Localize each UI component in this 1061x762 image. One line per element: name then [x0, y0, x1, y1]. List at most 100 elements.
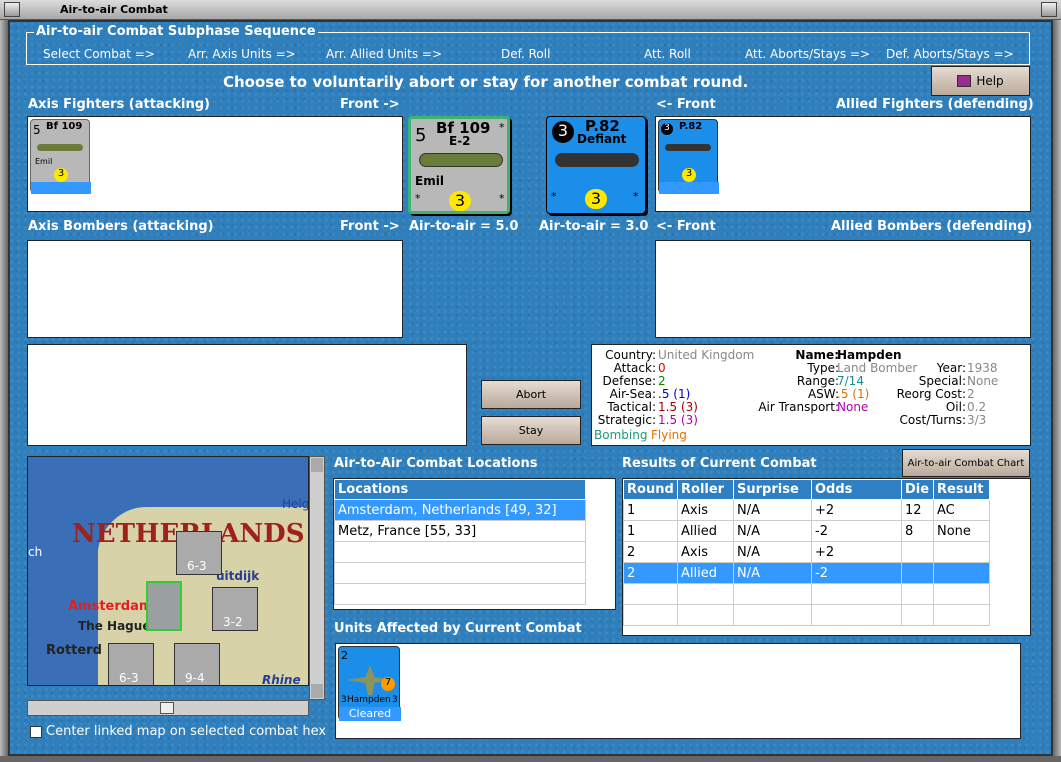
table-row[interactable]: [623, 604, 990, 626]
counter-name: Hampden: [347, 695, 391, 705]
location-row[interactable]: [334, 541, 586, 563]
center-map-checkbox[interactable]: [30, 726, 42, 738]
map-city-label: ch: [28, 545, 43, 559]
sequence-step: Arr. Axis Units =>: [188, 47, 296, 61]
stay-button[interactable]: Stay: [481, 416, 581, 445]
allied-bombers-box[interactable]: [655, 240, 1031, 338]
map-air-counter[interactable]: [146, 581, 182, 631]
table-cell: 12: [901, 499, 934, 521]
location-row[interactable]: Metz, France [55, 33]: [334, 520, 586, 542]
stat-value: 1938: [967, 361, 998, 375]
counter-name: P.82: [679, 121, 703, 132]
stat-value: 1.5 (3): [658, 413, 698, 427]
stat-key: Strategic:: [597, 413, 656, 427]
results-title: Results of Current Combat: [622, 456, 817, 471]
selection-bar: [31, 182, 91, 194]
results-header: Result: [933, 479, 990, 500]
map-unit-counter[interactable]: 9-4: [174, 643, 220, 685]
stat-key: Special:: [918, 374, 966, 388]
counter-nick: Emil: [35, 157, 53, 166]
map-vertical-scrollbar[interactable]: [309, 456, 325, 700]
counter-strength: 5: [33, 123, 41, 137]
stat-value: None: [837, 400, 869, 414]
map-city-label: Rotterd: [46, 643, 102, 658]
affected-units-box[interactable]: 2 7 3 Hampden 3 Cleared: [335, 643, 1021, 739]
help-button[interactable]: Help: [931, 66, 1030, 96]
table-row[interactable]: 2 Axis N/A +2: [623, 541, 990, 563]
star-marker: *: [499, 192, 505, 205]
table-cell: [933, 541, 990, 563]
affected-unit-counter[interactable]: 2 7 3 Hampden 3 Cleared: [338, 646, 401, 721]
map-unit-counter[interactable]: 6-3: [108, 643, 154, 685]
counter-strength: 5: [415, 125, 427, 146]
abort-button[interactable]: Abort: [481, 380, 581, 409]
counter-name: Bf 109: [46, 121, 83, 132]
location-cell: Metz, France [55, 33]: [334, 520, 586, 542]
results-header: Die: [901, 479, 934, 500]
front-label: <- Front: [656, 219, 716, 234]
bombing-status: Bombing: [594, 428, 648, 442]
allied-front-counter[interactable]: 3 P.82 Defiant 3 * *: [546, 116, 646, 214]
table-cell: Allied: [677, 562, 734, 584]
counter-nick: Emil: [415, 174, 444, 188]
counter-subname: E-2: [449, 134, 471, 148]
stat-key: ASW:: [807, 387, 839, 401]
stat-key: Oil:: [945, 400, 966, 414]
location-row[interactable]: [334, 562, 586, 584]
star-marker: *: [499, 121, 505, 134]
axis-front-counter[interactable]: 5 Bf 109 E-2 * Emil 3 * *: [408, 116, 510, 214]
stat-value: 7/14: [837, 374, 864, 388]
table-cell: +2: [811, 499, 902, 521]
table-cell: Axis: [677, 499, 734, 521]
table-cell: -2: [811, 520, 902, 542]
allied-fighters-box[interactable]: 3 P.82 3: [655, 116, 1031, 212]
stat-value: 1.5 (3): [658, 400, 698, 414]
map-horizontal-scrollbar[interactable]: [27, 700, 309, 716]
results-header: Round: [623, 479, 678, 500]
axis-fighter-counter[interactable]: 5 Bf 109 Emil 3: [30, 119, 91, 194]
location-row[interactable]: Amsterdam, Netherlands [49, 32]: [334, 499, 586, 521]
right-border: [1053, 20, 1061, 762]
table-cell: 8: [901, 520, 934, 542]
scroll-up-arrow-icon[interactable]: [311, 458, 323, 472]
table-cell: -2: [811, 562, 902, 584]
star-marker: *: [551, 190, 557, 203]
scroll-thumb[interactable]: [160, 702, 174, 714]
scroll-down-arrow-icon[interactable]: [311, 684, 323, 698]
stat-value: 0: [658, 361, 666, 375]
bottom-border: [0, 756, 1061, 762]
counter-value: 3: [449, 191, 471, 211]
location-row[interactable]: [334, 583, 586, 605]
axis-bombers-box[interactable]: [27, 240, 403, 338]
table-cell: [901, 562, 934, 584]
stat-value: 2: [658, 374, 666, 388]
table-cell: [901, 541, 934, 563]
axis-fighters-box[interactable]: 5 Bf 109 Emil 3: [27, 116, 403, 212]
table-row[interactable]: [623, 583, 990, 605]
front-label: Front ->: [340, 97, 400, 112]
map-unit-counter[interactable]: 6-3: [176, 531, 222, 575]
table-row[interactable]: 1 Allied N/A -2 8 None: [623, 520, 990, 542]
sequence-step: Def. Aborts/Stays =>: [886, 47, 1014, 61]
counter-subname: Defiant: [577, 132, 627, 146]
table-row[interactable]: 1 Axis N/A +2 12 AC: [623, 499, 990, 521]
map-unit-counter[interactable]: 3-2: [212, 587, 258, 631]
plane-icon: [665, 144, 711, 151]
left-border: [0, 20, 8, 762]
close-button[interactable]: [1041, 2, 1057, 17]
system-menu-button[interactable]: [4, 2, 20, 17]
linked-map[interactable]: NETHERLANDS Amsterdam The Hague Rotterd …: [27, 456, 309, 686]
stat-key: Attack:: [613, 361, 656, 375]
stat-key: Air Transport:: [758, 400, 839, 414]
combat-chart-button[interactable]: Air-to-air Combat Chart: [902, 449, 1030, 477]
allied-fighter-counter[interactable]: 3 P.82 3: [658, 119, 719, 194]
stat-value: 2: [967, 387, 975, 401]
map-city-label: The Hague: [78, 619, 151, 633]
star-marker: *: [633, 190, 639, 203]
locations-header: Locations: [334, 479, 586, 500]
table-row[interactable]: 2 Allied N/A -2: [623, 562, 990, 584]
table-cell: None: [933, 520, 990, 542]
stat-key: Defense:: [602, 374, 656, 388]
selection-bar: [659, 182, 719, 194]
counter-value: 3: [585, 189, 607, 209]
